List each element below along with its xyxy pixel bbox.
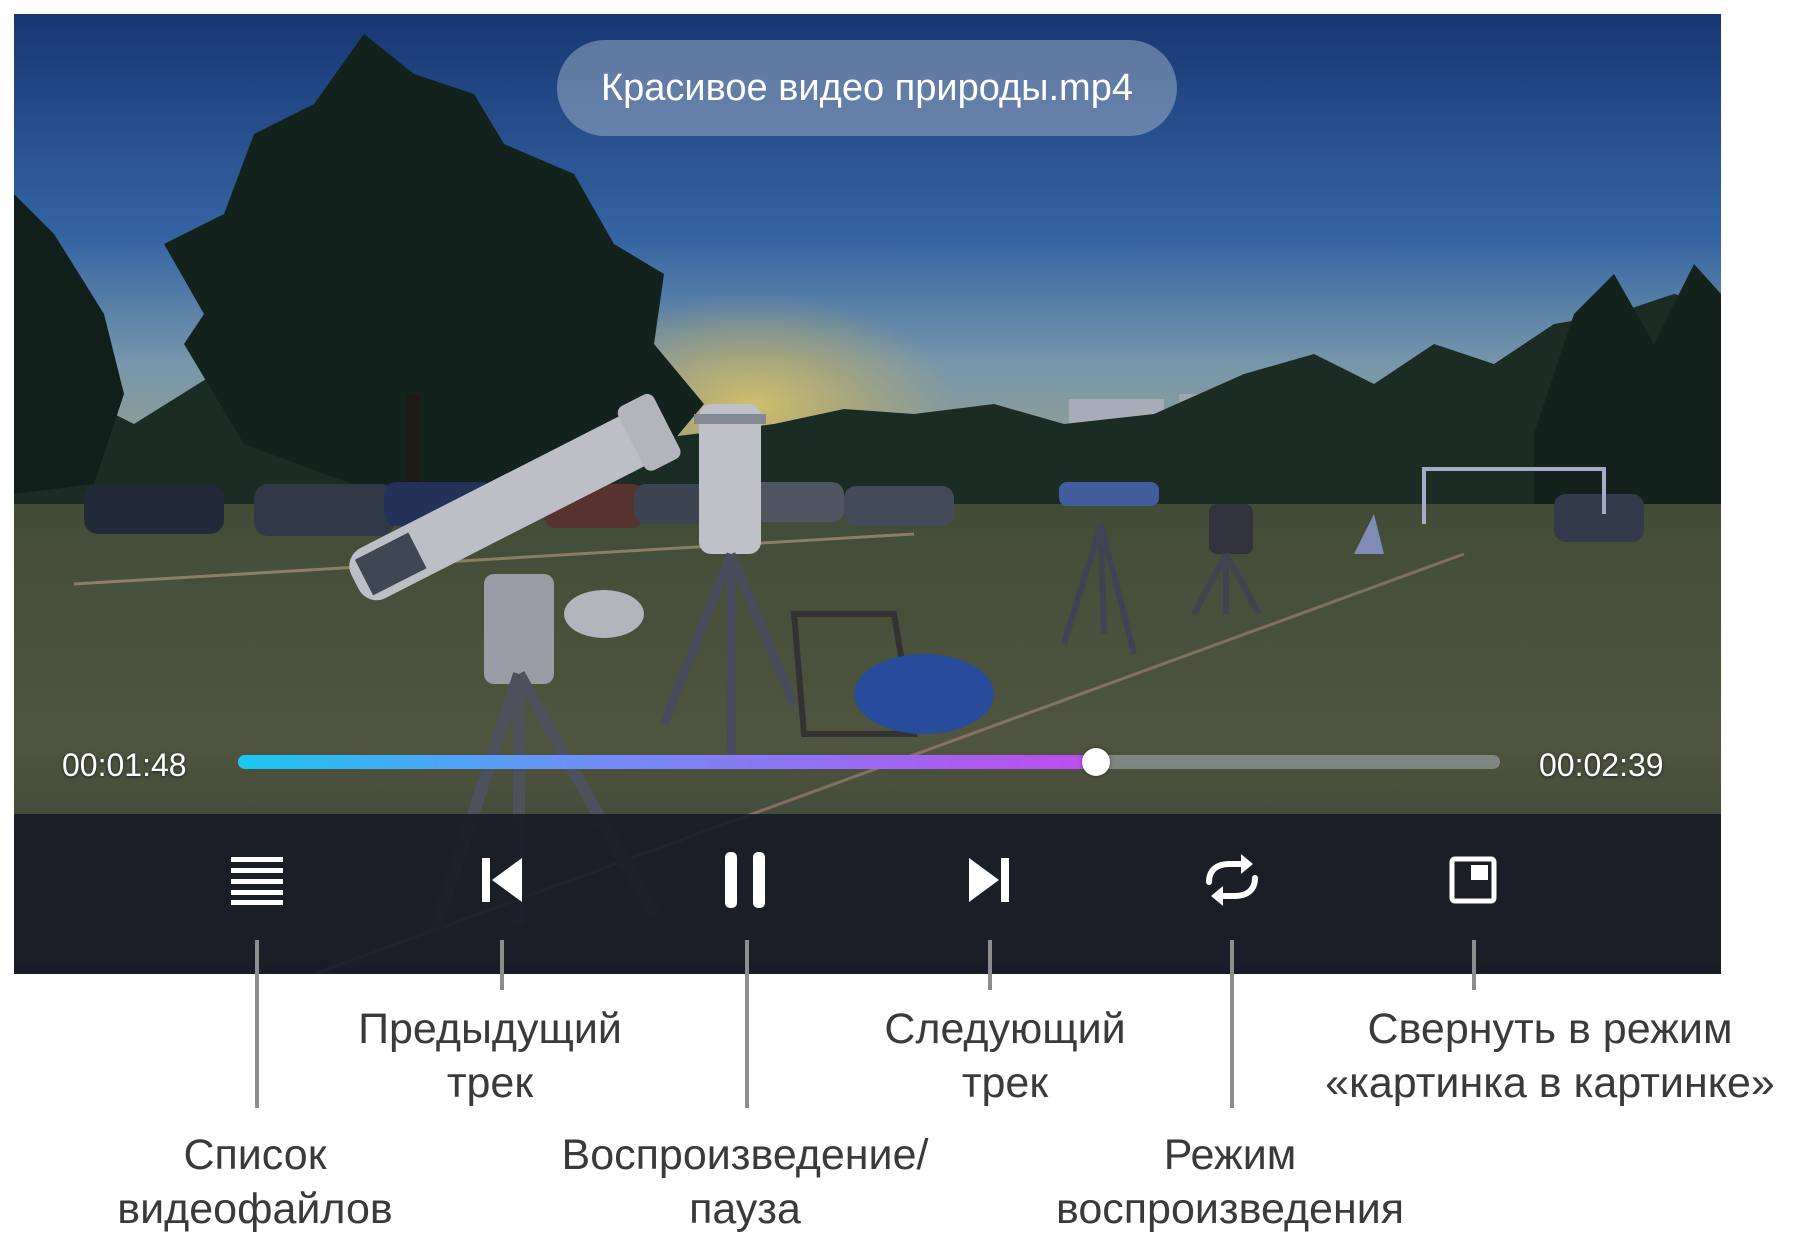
callout-previous-line1: Предыдущий xyxy=(358,1005,622,1053)
play-pause-button[interactable] xyxy=(713,848,777,912)
previous-track-button[interactable] xyxy=(470,848,534,912)
picture-in-picture-button[interactable] xyxy=(1441,848,1505,912)
repeat-icon xyxy=(1206,854,1258,906)
pause-icon xyxy=(725,852,765,908)
picture-in-picture-icon xyxy=(1449,856,1497,904)
next-track-button[interactable] xyxy=(957,848,1021,912)
callout-next-line2: трек xyxy=(961,1059,1049,1107)
callout-mode-line1: Режим xyxy=(1163,1131,1297,1179)
video-player: Красивое видео природы.mp4 00:01:48 00:0… xyxy=(14,14,1721,974)
callout-play-pause-line2: пауза xyxy=(689,1185,801,1233)
callout-next-line1: Следующий xyxy=(884,1005,1126,1053)
callout-next-track: Следующий трек xyxy=(855,1002,1155,1110)
playlist-leader-line xyxy=(255,940,259,1108)
next-leader-line xyxy=(988,940,992,990)
list-icon xyxy=(231,857,283,905)
callout-picture-in-picture: Свернуть в режим «картинка в картинке» xyxy=(1300,1002,1800,1110)
callout-play-pause: Воспроизведение/ пауза xyxy=(525,1128,965,1235)
callout-playlist-line2: видеофайлов xyxy=(117,1185,393,1233)
callout-playback-mode: Режим воспроизведения xyxy=(1010,1128,1450,1235)
video-title: Красивое видео природы.mp4 xyxy=(557,40,1177,136)
progress-fill xyxy=(238,755,1097,769)
playlist-button[interactable] xyxy=(225,848,289,912)
callout-mode-line2: воспроизведения xyxy=(1055,1185,1404,1233)
callout-playlist-line1: Список xyxy=(183,1131,327,1179)
current-time: 00:01:48 xyxy=(62,747,187,783)
callout-previous-track: Предыдущий трек xyxy=(340,1002,640,1110)
pip-leader-line xyxy=(1472,940,1476,990)
play-pause-leader-line xyxy=(745,940,749,1108)
callout-playlist: Список видеофайлов xyxy=(85,1128,425,1235)
skip-next-icon xyxy=(969,858,1009,902)
skip-previous-icon xyxy=(482,858,522,902)
callout-play-pause-line1: Воспроизведение/ xyxy=(561,1131,929,1179)
callout-pip-line1: Свернуть в режим xyxy=(1367,1005,1733,1053)
callout-pip-line2: «картинка в картинке» xyxy=(1325,1059,1775,1107)
total-time: 00:02:39 xyxy=(1539,747,1664,783)
playback-mode-button[interactable] xyxy=(1200,848,1264,912)
progress-thumb[interactable] xyxy=(1082,748,1111,776)
previous-leader-line xyxy=(500,940,504,990)
progress-bar[interactable] xyxy=(238,748,1500,776)
callout-previous-line2: трек xyxy=(446,1059,534,1107)
mode-leader-line xyxy=(1230,940,1234,1108)
